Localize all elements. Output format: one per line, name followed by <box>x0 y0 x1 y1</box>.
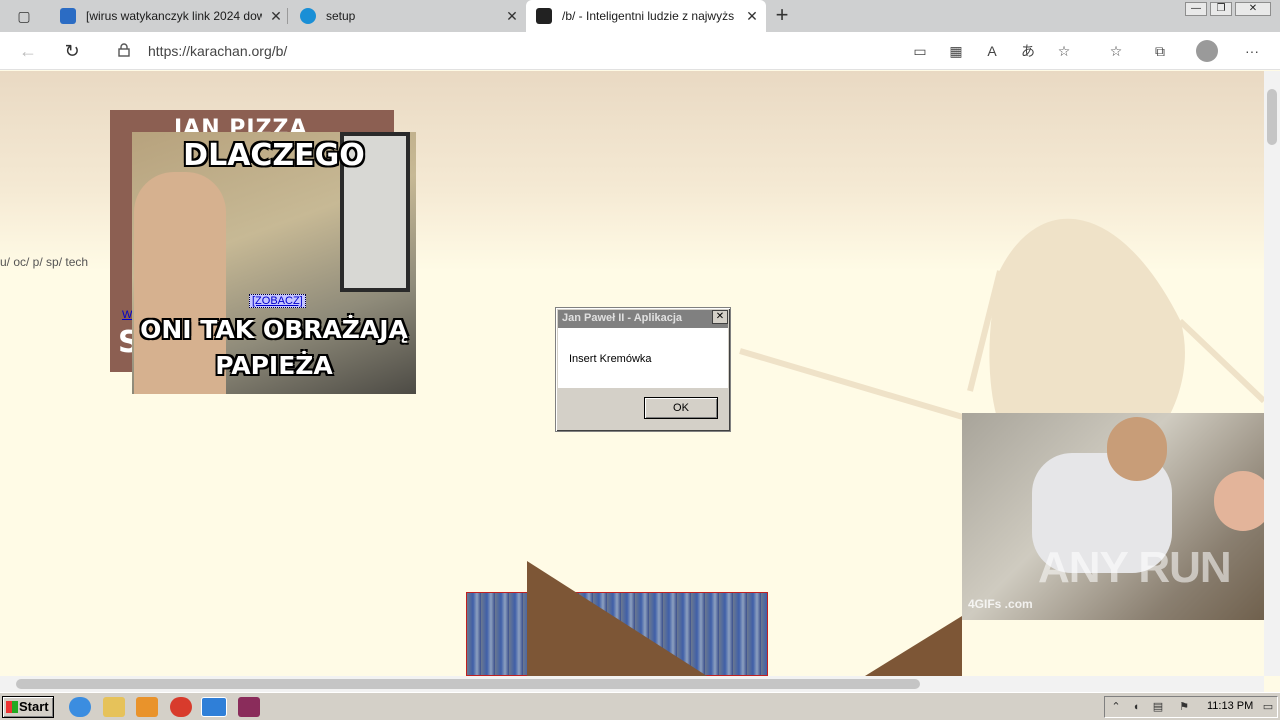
alert-dialog: Jan Paweł II - Aplikacja ✕ Insert Kremów… <box>555 307 731 432</box>
meme-front-top-text: DLACZEGO <box>183 138 365 173</box>
board-navigation[interactable]: u/ oc/ p/ sp/ tech <box>0 255 88 269</box>
dialog-close-button[interactable]: ✕ <box>712 310 728 324</box>
animated-gif: ANY RUN 4GIFs .com <box>962 413 1280 620</box>
tab-favicon-icon <box>60 8 76 24</box>
gif-head <box>1107 417 1167 481</box>
dialog-message: Insert Kremówka <box>569 353 652 365</box>
tab-karachan[interactable]: /b/ - Inteligentni ludzie z najwyżs ✕ <box>526 0 766 32</box>
dialog-title[interactable]: Jan Paweł II - Aplikacja <box>558 310 728 328</box>
brown-triangle-graphic <box>527 561 707 676</box>
chrome-icon[interactable] <box>170 697 192 717</box>
vertical-scroll-thumb[interactable] <box>1267 89 1277 145</box>
windows-logo-icon <box>6 701 18 713</box>
clock[interactable]: 11:13 PM <box>1207 700 1253 712</box>
gif-credit: 4GIFs .com <box>968 597 1033 611</box>
action-center-flag-icon[interactable]: ⚑ <box>1177 701 1191 713</box>
dialog-body: Insert Kremówka <box>558 328 728 388</box>
show-hidden-icons-icon[interactable]: ⌃ <box>1109 701 1123 713</box>
network-icon[interactable]: ▤ <box>1151 701 1165 713</box>
start-button[interactable]: Start <box>2 696 54 718</box>
tab-title: setup <box>326 9 356 23</box>
vertical-scrollbar[interactable] <box>1264 71 1280 676</box>
tab-actions-icon[interactable]: ▢ <box>12 5 36 27</box>
tab-close-icon[interactable]: ✕ <box>504 8 520 25</box>
minimize-button[interactable]: — <box>1185 2 1207 16</box>
refresh-icon[interactable]: ↻ <box>60 40 84 62</box>
edge-icon[interactable] <box>201 697 227 717</box>
browser-toolbar: ← ↻ https://karachan.org/b/ ▭ ▦ A あ ☆ ☆ … <box>0 32 1280 70</box>
show-desktop-icon[interactable]: ▭ <box>1261 701 1275 713</box>
volume-icon[interactable]: ◖ <box>1129 701 1143 713</box>
app-icon[interactable] <box>238 697 260 717</box>
back-arrow-icon[interactable]: ← <box>16 40 40 62</box>
anyrun-watermark: ANY RUN <box>1038 543 1232 592</box>
explorer-folder-icon[interactable] <box>103 697 125 717</box>
tab-close-icon[interactable]: ✕ <box>268 8 284 25</box>
profile-avatar[interactable] <box>1196 40 1218 62</box>
tab-separator <box>287 8 288 24</box>
restore-button[interactable]: ❐ <box>1210 2 1232 16</box>
tab-close-icon[interactable]: ✕ <box>744 8 760 25</box>
meme-image-front[interactable]: DLACZEGO ONI TAK OBRAŻAJĄ PAPIEŻA <box>132 132 416 394</box>
window-close-button[interactable]: ✕ <box>1235 2 1271 16</box>
tab-title: [wirus watykanczyk link 2024 dow <box>86 9 262 23</box>
more-menu-icon[interactable]: ··· <box>1242 42 1262 60</box>
meme-front-bottom-text: ONI TAK OBRAŻAJĄ PAPIEŻA <box>140 315 408 380</box>
add-favorite-icon[interactable]: ☆ <box>1054 42 1074 60</box>
tab-setup[interactable]: setup ✕ <box>296 0 520 32</box>
taskbar: Start ⌃ ◖ ▤ ⚑ 11:13 PM ▭ <box>0 692 1280 720</box>
app-available-icon[interactable]: ▭ <box>910 42 930 60</box>
tab-strip: ▢ [wirus watykanczyk link 2024 dow ✕ set… <box>0 0 1280 32</box>
post-link[interactable]: W <box>122 309 132 321</box>
ie-icon[interactable] <box>69 697 91 717</box>
url-text[interactable]: https://karachan.org/b/ <box>148 43 287 59</box>
translate-icon[interactable]: あ <box>1018 42 1038 60</box>
new-tab-button[interactable]: + <box>770 4 794 26</box>
system-tray: ⌃ ◖ ▤ ⚑ 11:13 PM ▭ <box>1104 696 1278 718</box>
tab-wirus[interactable]: [wirus watykanczyk link 2024 dow ✕ <box>56 0 284 32</box>
zobacz-link[interactable]: [ZOBACZ] <box>249 294 306 308</box>
grid-icon[interactable]: ▦ <box>946 42 966 60</box>
favorites-icon[interactable]: ☆ <box>1106 42 1126 60</box>
tab-favicon-icon <box>536 8 552 24</box>
start-label: Start <box>19 699 49 714</box>
horizontal-scrollbar[interactable] <box>0 676 1264 692</box>
tab-favicon-icon <box>300 8 316 24</box>
lock-icon <box>118 43 130 57</box>
collections-icon[interactable]: ⧉ <box>1150 42 1170 60</box>
media-player-icon[interactable] <box>136 697 158 717</box>
dialog-ok-button[interactable]: OK <box>644 397 718 419</box>
horizontal-scroll-thumb[interactable] <box>16 679 920 689</box>
read-aloud-icon[interactable]: A <box>982 42 1002 60</box>
tab-title: /b/ - Inteligentni ludzie z najwyżs <box>562 9 735 23</box>
